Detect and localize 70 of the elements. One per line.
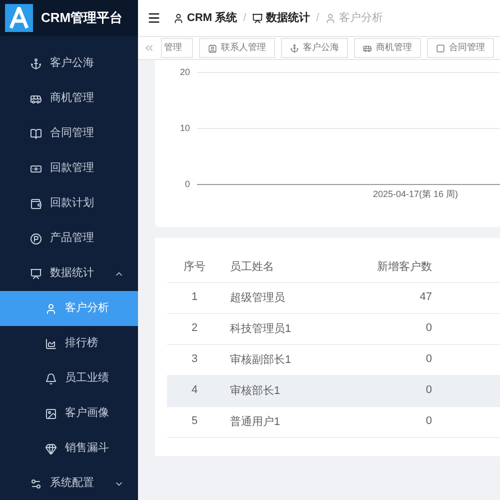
sidebar-item[interactable]: 销售漏斗 [0, 431, 138, 466]
page-tab[interactable]: 管理 [161, 38, 193, 58]
table-row[interactable]: 5 普通用户1 0 [167, 406, 500, 437]
sidebar-item[interactable]: 员工业绩 [0, 361, 138, 396]
table-cell: 5 [191, 415, 198, 428]
breadcrumb-item[interactable]: CRM 系统 [173, 10, 238, 26]
table-cell: 0 [426, 353, 432, 366]
sidebar-item[interactable]: 产品管理 [0, 221, 138, 256]
contact-icon [208, 44, 217, 52]
column-header: 新增客户数 [302, 252, 500, 282]
table-cell: 1 [191, 291, 198, 304]
table-cell: 0 [426, 415, 432, 428]
table-cell: 2 [191, 322, 198, 334]
settings-icon [30, 478, 42, 490]
table-row[interactable]: 2 科技管理员1 0 [167, 313, 500, 344]
user-icon [45, 302, 57, 314]
app-title: CRM管理平台 [41, 9, 123, 28]
column-header: 员工姓名 [222, 252, 302, 282]
sidebar-item[interactable]: 商机管理 [0, 81, 138, 116]
y-tick-label: 10 [178, 122, 190, 135]
breadcrumb-separator: / [243, 10, 246, 26]
gem-icon [45, 442, 57, 454]
menu-icon[interactable] [147, 11, 161, 25]
sidebar-item[interactable]: 合同管理 [0, 116, 138, 151]
area-chart-icon [45, 338, 57, 350]
anchor-icon [30, 58, 42, 70]
sidebar-item[interactable]: 数据统计 [0, 256, 138, 291]
sidebar-item[interactable]: 回款计划 [0, 186, 138, 221]
user-icon [173, 12, 184, 24]
page-tab[interactable]: 客户公海 [281, 38, 348, 58]
bus-icon [363, 44, 372, 52]
square-icon [436, 44, 445, 52]
breadcrumb-item[interactable]: 数据统计 [252, 10, 310, 26]
table-cell: 4 [191, 384, 198, 396]
page-tab[interactable]: 商机管理 [354, 38, 421, 58]
parking-icon [30, 232, 42, 244]
sidebar-item[interactable]: 客户画像 [0, 396, 138, 431]
bell-icon [45, 372, 57, 384]
table-cell: 3 [191, 353, 198, 366]
table-row[interactable]: 3 审核副部长1 0 [167, 344, 500, 375]
page-tab[interactable]: 合同管理 [427, 38, 494, 58]
table-cell: 0 [426, 322, 432, 334]
presentation-icon [252, 12, 264, 24]
sidebar-item[interactable]: 系统配置 [0, 466, 138, 500]
sidebar-item[interactable]: 回款管理 [0, 151, 138, 186]
presentation-icon [30, 268, 42, 280]
bus-icon [30, 92, 42, 104]
y-tick-label: 0 [184, 178, 190, 191]
user-icon [325, 12, 336, 24]
table-cell-text: 审核部长1 [230, 384, 282, 398]
y-tick-label: 20 [178, 66, 190, 79]
table-row[interactable]: 1 超级管理员 47 [167, 282, 500, 313]
x-tick-label: 2025-04-17(第 16 周) [373, 188, 458, 201]
table-cell-text: 普通用户1 [230, 414, 282, 430]
anchor-icon [290, 44, 299, 52]
wallet-icon [30, 198, 42, 210]
page-tab[interactable]: 联系人管理 [199, 38, 275, 58]
banknote-icon [30, 162, 42, 174]
breadcrumb-separator: / [316, 10, 320, 26]
sidebar-item[interactable]: 排行榜 [0, 326, 138, 361]
logo-icon [5, 4, 33, 32]
book-icon [30, 128, 42, 140]
table-cell-text: 科技管理员1 [230, 322, 292, 336]
sidebar-item[interactable]: 客户公海 [0, 46, 138, 81]
image-icon [45, 408, 57, 420]
table-cell: 0 [426, 384, 432, 396]
table-cell-text: 超级管理员 [230, 290, 286, 306]
column-header: 序号 [167, 252, 222, 282]
table-cell: 47 [420, 291, 432, 304]
table-cell-text: 审核副部长1 [230, 352, 292, 368]
